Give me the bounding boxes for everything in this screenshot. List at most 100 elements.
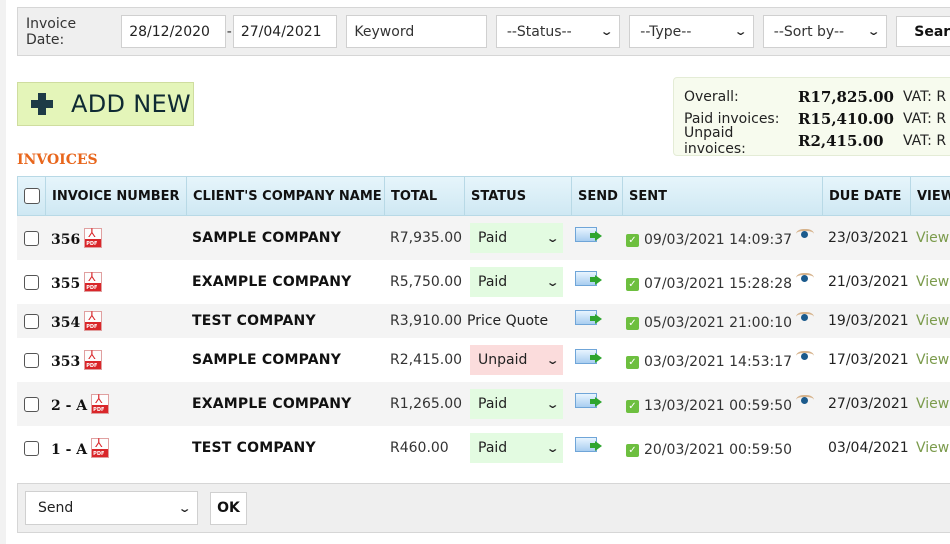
send-email-icon[interactable] [575,437,602,453]
status-cell: Unpaid ⌄ [464,338,571,382]
total-cell: R5,750.00 [384,260,464,304]
invoice-number[interactable]: 354 [51,315,80,331]
sent-datetime: 03/03/2021 14:53:17 [644,353,793,370]
summary-value: R17,825.00 [798,88,894,106]
bulk-action-select[interactable]: Send ⌄ [25,491,198,525]
row-checkbox[interactable] [24,396,39,412]
invoice-number[interactable]: 353 [51,354,80,370]
invoice-date-label: Invoice Date: [26,15,77,48]
chevron-down-icon: ⌄ [866,25,881,38]
due-date: 17/03/2021 [828,352,909,368]
send-email-icon[interactable] [575,271,602,287]
sent-datetime: 05/03/2021 21:00:10 [644,314,793,331]
company-cell: SAMPLE COMPANY [186,338,384,382]
eye-icon[interactable] [796,351,815,361]
chevron-down-icon: ⌄ [545,353,560,367]
total-cell: R2,415.00 [384,338,464,382]
status-select[interactable]: Paid ⌄ [470,223,563,253]
view-link[interactable]: View [916,396,949,412]
company-cell: TEST COMPANY [186,304,384,338]
row-checkbox[interactable] [24,352,39,368]
pdf-icon[interactable] [84,309,103,331]
add-new-button[interactable]: ADD NEW [17,82,194,126]
column-header-invoice-number[interactable]: INVOICE NUMBER [46,177,187,215]
sent-cell: ✓ 13/03/2021 00:59:50 [622,382,822,426]
status-value: Paid [478,230,508,246]
due-date: 21/03/2021 [828,274,909,290]
send-email-icon[interactable] [575,227,602,243]
date-from-input[interactable]: 28/12/2020 [121,15,226,48]
invoice-number[interactable]: 2 - A [51,398,87,414]
column-header-status[interactable]: STATUS [465,177,572,215]
send-email-icon[interactable] [575,310,602,326]
view-link[interactable]: View [916,313,949,329]
eye-icon[interactable] [796,312,815,322]
status-select[interactable]: Unpaid ⌄ [470,345,563,375]
eye-icon[interactable] [796,229,815,239]
view-link[interactable]: View [916,352,949,368]
total-cell: R7,935.00 [384,216,464,260]
company-cell: EXAMPLE COMPANY [186,382,384,426]
sent-cell: ✓ 05/03/2021 21:00:10 [622,304,822,338]
invoice-number[interactable]: 1 - A [51,442,87,458]
status-text: Price Quote [467,313,549,329]
search-button[interactable]: Search [896,16,950,47]
invoice-number[interactable]: 356 [51,232,80,248]
date-separator: - [226,23,232,40]
chevron-down-icon: ⌄ [733,25,748,38]
status-select[interactable]: Paid ⌄ [470,433,563,463]
column-header-total[interactable]: TOTAL [385,177,465,215]
invoice-total: R2,415.00 [390,352,463,368]
table-header: INVOICE NUMBER CLIENT'S COMPANY NAME TOT… [17,176,950,216]
eye-icon[interactable] [796,395,815,405]
summary-value: R15,410.00 [798,110,894,128]
due-date: 03/04/2021 [828,440,909,456]
row-select-cell [17,382,45,426]
pdf-icon[interactable] [91,392,110,414]
view-link[interactable]: View [916,230,949,246]
sort-by-select[interactable]: --Sort by-- ⌄ [762,15,888,48]
sent-cell: ✓ 20/03/2021 00:59:50 [622,426,822,470]
keyword-input[interactable]: Keyword [346,15,487,48]
invoice-number[interactable]: 355 [51,276,80,292]
column-header-company[interactable]: CLIENT'S COMPANY NAME [187,177,385,215]
pdf-icon[interactable] [84,348,103,370]
status-select[interactable]: Paid ⌄ [470,267,563,297]
row-select-cell [17,338,45,382]
summary-vat: VAT: R [903,133,947,149]
due-date-cell: 19/03/2021 [822,304,910,338]
view-link[interactable]: View [916,440,949,456]
select-all-checkbox[interactable] [24,188,40,204]
chevron-down-icon: ⌄ [177,501,192,515]
company-name: TEST COMPANY [192,440,316,456]
check-icon: ✓ [626,443,639,457]
type-filter-select[interactable]: --Type-- ⌄ [629,15,754,48]
send-email-icon[interactable] [575,393,602,409]
send-email-icon[interactable] [575,349,602,365]
ok-button[interactable]: OK [210,491,247,525]
table-row: 355 EXAMPLE COMPANY R5,750.00 Paid ⌄ ✓ 07/… [17,260,950,304]
invoice-number-cell: 2 - A [45,382,186,426]
pdf-icon[interactable] [84,270,103,292]
sent-datetime: 13/03/2021 00:59:50 [644,397,793,414]
view-link[interactable]: View [916,274,949,290]
row-checkbox[interactable] [24,313,39,329]
row-checkbox[interactable] [24,274,39,290]
table-row: 354 TEST COMPANY R3,910.00 Price Quote ✓… [17,304,950,338]
row-checkbox[interactable] [24,230,39,246]
pdf-icon[interactable] [91,436,110,458]
date-to-input[interactable]: 27/04/2021 [232,15,338,48]
invoice-number-cell: 353 [45,338,186,382]
row-checkbox[interactable] [24,440,39,456]
status-select[interactable]: Paid ⌄ [470,389,563,419]
status-filter-select[interactable]: --Status-- ⌄ [495,15,621,48]
total-cell: R460.00 [384,426,464,470]
filter-bar: Invoice Date: 28/12/2020 - 27/04/2021 Ke… [17,7,950,56]
summary-vat: VAT: R [903,89,947,105]
column-header-sent[interactable]: SENT [623,177,823,215]
due-date-cell: 03/04/2021 [822,426,910,470]
column-header-due-date[interactable]: DUE DATE [823,177,911,215]
eye-icon[interactable] [796,273,815,283]
due-date-cell: 23/03/2021 [822,216,910,260]
pdf-icon[interactable] [84,226,103,248]
